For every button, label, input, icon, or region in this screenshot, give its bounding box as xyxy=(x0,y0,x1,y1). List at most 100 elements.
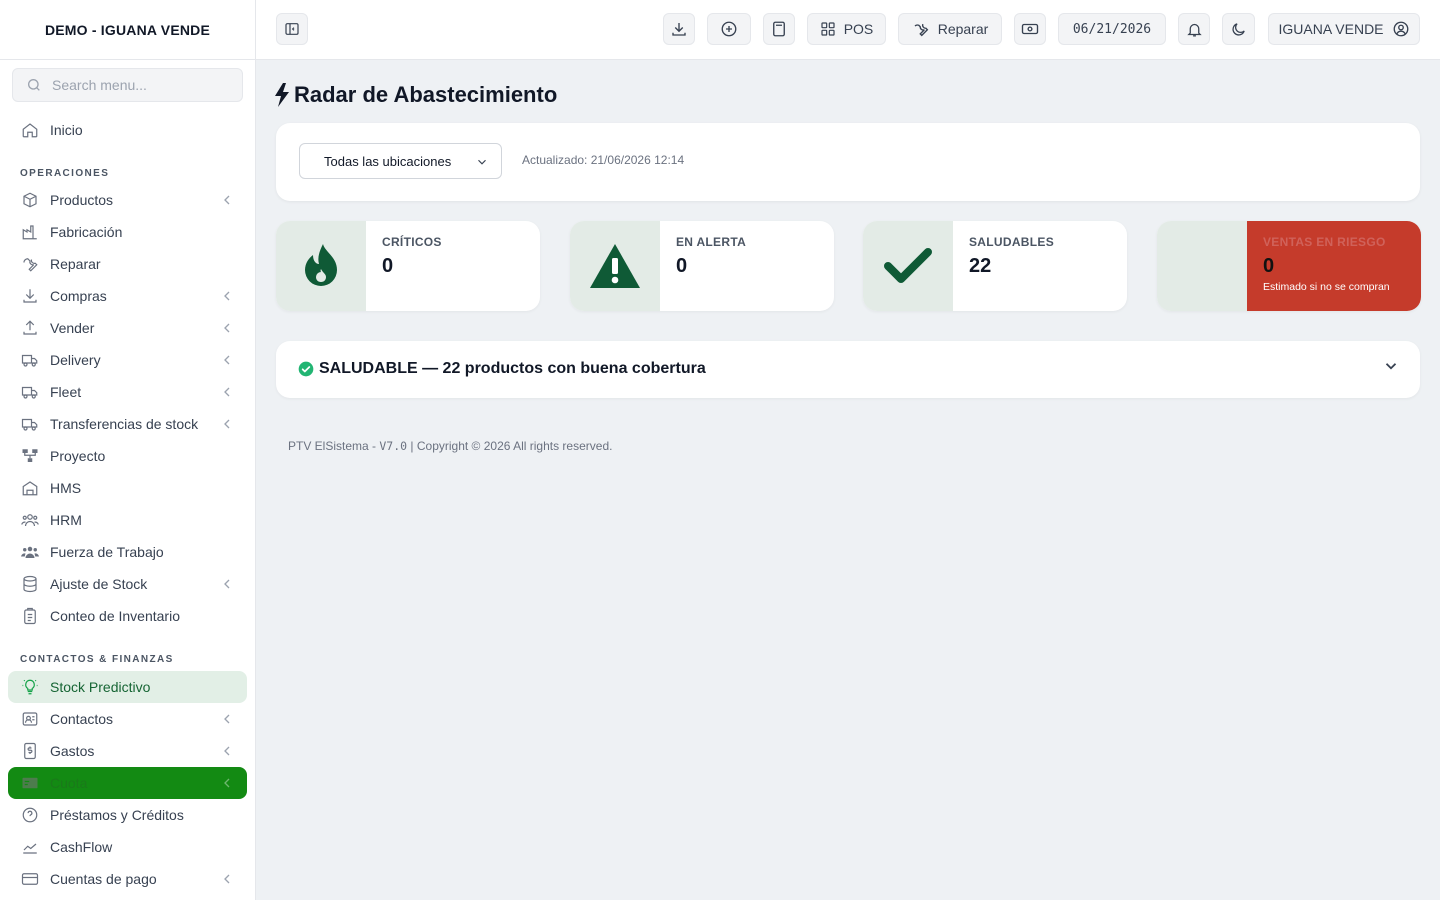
pos-label: POS xyxy=(843,21,874,37)
money-card-icon xyxy=(20,773,40,793)
sidebar-item-ajuste[interactable]: Ajuste de Stock xyxy=(8,568,247,600)
sidebar-item-fabricacion[interactable]: Fabricación xyxy=(8,216,247,248)
dark-mode-button[interactable] xyxy=(1222,13,1255,45)
wrench-icon xyxy=(20,254,40,274)
sidebar-item-label: HMS xyxy=(50,480,82,496)
sidebar-item-label: Delivery xyxy=(50,352,101,368)
sidebar-item-cashflow[interactable]: CashFlow xyxy=(8,831,247,863)
card-value: 0 xyxy=(1263,255,1275,277)
card-label: SALUDABLES xyxy=(969,235,1055,249)
add-button[interactable] xyxy=(707,13,751,45)
trend-line-icon xyxy=(20,837,40,857)
sidebar-item-hrm[interactable]: HRM xyxy=(8,504,247,536)
sidebar-item-reparar[interactable]: Reparar xyxy=(8,248,247,280)
card-criticos: CRÍTICOS 0 xyxy=(276,221,540,311)
sidebar-item-vender[interactable]: Vender xyxy=(8,312,247,344)
sidebar-item-prestamos[interactable]: Préstamos y Créditos xyxy=(8,799,247,831)
sidebar-item-contactos[interactable]: Contactos xyxy=(8,703,247,735)
download-icon xyxy=(20,286,40,306)
sidebar-item-productos[interactable]: Productos xyxy=(8,184,247,216)
user-menu-button[interactable]: IGUANA VENDE xyxy=(1268,13,1420,45)
truck-icon xyxy=(20,350,40,370)
chevron-left-icon xyxy=(219,743,235,759)
repair-button[interactable]: Reparar xyxy=(898,13,1002,45)
date-display[interactable]: 06/21/2026 xyxy=(1058,13,1166,45)
cash-button[interactable] xyxy=(1014,13,1046,45)
pos-button[interactable]: POS xyxy=(807,13,886,45)
sidebar-item-cuentas[interactable]: Cuentas de pago xyxy=(8,863,247,895)
brand-title: DEMO - IGUANA VENDE xyxy=(0,0,255,60)
section-operaciones: OPERACIONES xyxy=(20,168,110,179)
chevron-left-icon xyxy=(219,320,235,336)
calculator-button[interactable] xyxy=(763,13,795,45)
sidebar-item-label: CashFlow xyxy=(50,839,113,855)
sidebar-item-label: Conteo de Inventario xyxy=(50,608,180,624)
sidebar-item-cuota[interactable]: Cuota xyxy=(8,767,247,799)
card-icon-area xyxy=(1157,221,1247,311)
check-circle-icon xyxy=(298,361,314,377)
sidebar-item-compras[interactable]: Compras xyxy=(8,280,247,312)
sidebar-item-label: Inicio xyxy=(50,122,83,138)
chevron-left-icon xyxy=(219,775,235,791)
upload-icon xyxy=(20,318,40,338)
menu-search[interactable] xyxy=(12,68,243,102)
people-icon xyxy=(20,510,40,530)
sidebar-item-stock-predictivo[interactable]: Stock Predictivo xyxy=(8,671,247,703)
box-icon xyxy=(20,190,40,210)
sidebar-item-label: Productos xyxy=(50,192,114,208)
sidebar-item-label: Cuota xyxy=(50,775,88,791)
sidebar-item-transferencias[interactable]: Transferencias de stock xyxy=(8,408,247,440)
sidebar-item-hms[interactable]: HMS xyxy=(8,472,247,504)
sidebar-item-fuerza[interactable]: Fuerza de Trabajo xyxy=(8,536,247,568)
status-text: SALUDABLE — 22 productos con buena cober… xyxy=(319,360,706,377)
sidebar-item-proyecto[interactable]: Proyecto xyxy=(8,440,247,472)
card-label: VENTAS EN RIESGO xyxy=(1263,235,1386,249)
home-icon xyxy=(20,120,40,140)
bolt-icon xyxy=(274,83,290,107)
chevron-down-icon xyxy=(1382,357,1400,375)
fire-icon xyxy=(303,244,339,288)
sidebar-item-inicio[interactable]: Inicio xyxy=(8,114,247,146)
sidebar-item-label: Contactos xyxy=(50,711,114,727)
card-label: EN ALERTA xyxy=(676,235,747,249)
location-select[interactable]: Todas las ubicaciones xyxy=(299,143,502,179)
chevron-left-icon xyxy=(219,711,235,727)
sidebar-item-label: Compras xyxy=(50,288,107,304)
clipboard-icon xyxy=(20,606,40,626)
sitemap-icon xyxy=(20,446,40,466)
sidebar-item-gastos[interactable]: Gastos xyxy=(8,735,247,767)
sidebar-item-label: Transferencias de stock xyxy=(50,416,199,432)
page-title: Radar de Abastecimiento xyxy=(274,82,557,108)
search-input[interactable] xyxy=(52,77,232,93)
updated-timestamp: Actualizado: 21/06/2026 12:14 xyxy=(522,153,685,167)
sidebar-item-label: Fleet xyxy=(50,384,82,400)
sidebar-item-conteo[interactable]: Conteo de Inventario xyxy=(8,600,247,632)
sidebar-item-fleet[interactable]: Fleet xyxy=(8,376,247,408)
sidebar-item-label: Ajuste de Stock xyxy=(50,576,148,592)
card-label: CRÍTICOS xyxy=(382,235,442,249)
checkmark-icon xyxy=(884,247,932,285)
sidebar-toggle-icon xyxy=(284,21,300,37)
chevron-left-icon xyxy=(219,416,235,432)
main-content: Radar de Abastecimiento Todas las ubicac… xyxy=(256,60,1440,900)
sidebar-item-label: Stock Predictivo xyxy=(50,679,151,695)
card-subtext: Estimado si no se compran xyxy=(1263,281,1390,293)
bell-icon xyxy=(1186,21,1203,38)
credit-card-icon xyxy=(20,869,40,889)
warning-triangle-icon xyxy=(589,243,641,289)
toggle-sidebar-button[interactable] xyxy=(276,13,308,45)
factory-icon xyxy=(20,222,40,242)
sidebar-item-label: Fuerza de Trabajo xyxy=(50,544,164,560)
card-icon-area xyxy=(276,221,366,311)
card-en-alerta: EN ALERTA 0 xyxy=(570,221,834,311)
download-button[interactable] xyxy=(663,13,695,45)
sidebar-item-delivery[interactable]: Delivery xyxy=(8,344,247,376)
status-accordion[interactable]: SALUDABLE — 22 productos con buena cober… xyxy=(276,341,1420,398)
calculator-icon xyxy=(770,20,788,38)
receipt-dollar-icon xyxy=(20,741,40,761)
chevron-left-icon xyxy=(219,384,235,400)
notifications-button[interactable] xyxy=(1178,13,1210,45)
card-icon-area xyxy=(863,221,953,311)
hotel-icon xyxy=(20,478,40,498)
download-icon xyxy=(670,20,688,38)
